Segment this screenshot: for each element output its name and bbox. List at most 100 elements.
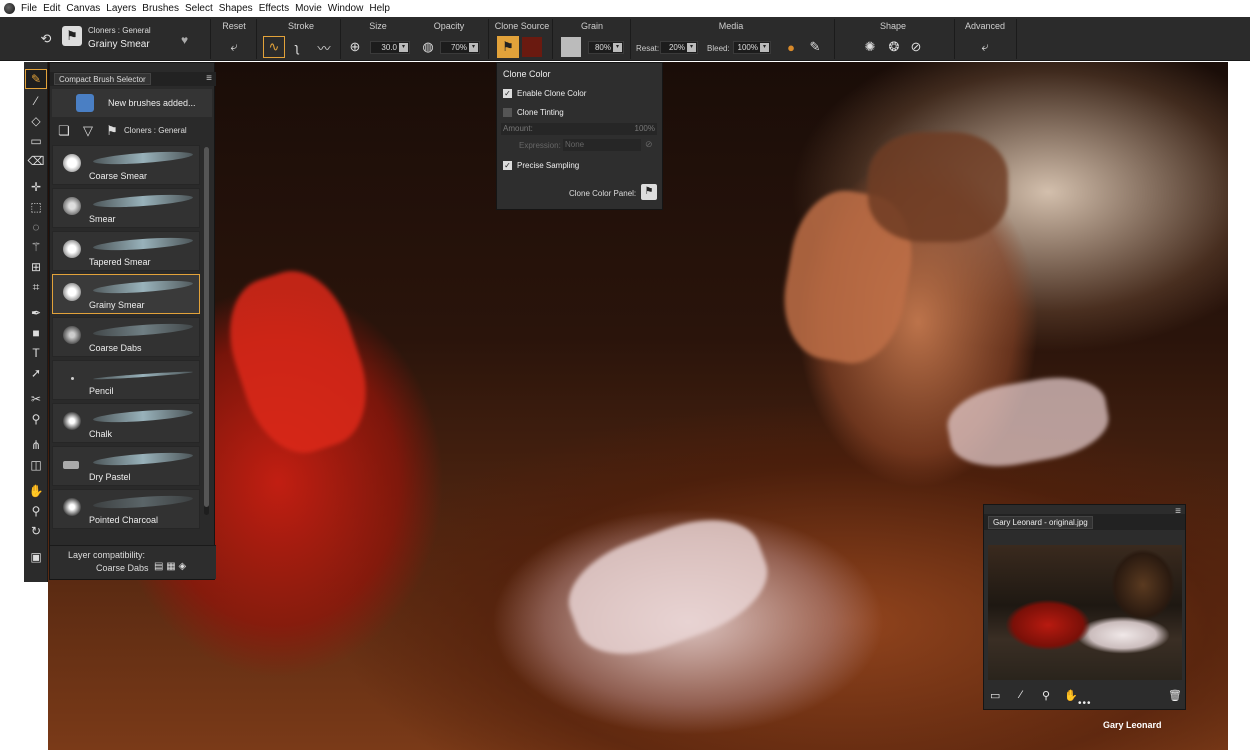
- color-swatch-icon[interactable]: ▣: [26, 548, 46, 566]
- layer-adjuster-tool-icon[interactable]: ✛: [26, 178, 46, 196]
- reset-brush-icon[interactable]: ⤶: [224, 37, 244, 57]
- bleed-field[interactable]: 100% ▾: [733, 41, 771, 54]
- freehand-stroke-icon[interactable]: ∿: [263, 36, 285, 58]
- pen-tool-icon[interactable]: ✒: [26, 304, 46, 322]
- menu-file[interactable]: File: [21, 3, 37, 14]
- rubber-stamp-tool-icon[interactable]: ⚲: [26, 410, 46, 428]
- grabber-icon[interactable]: ✋: [1064, 689, 1078, 702]
- clone-source-thumbnail[interactable]: [522, 37, 542, 57]
- lasso-tool-icon[interactable]: ◌: [26, 218, 46, 236]
- resat-field[interactable]: 20% ▾: [660, 41, 698, 54]
- menu-help[interactable]: Help: [369, 3, 390, 14]
- more-options-icon[interactable]: •••: [1078, 698, 1092, 709]
- crop-tool-icon[interactable]: ⌗: [26, 278, 46, 296]
- grain-dropdown-icon[interactable]: ▾: [613, 43, 622, 52]
- reference-tab[interactable]: Gary Leonard - original.jpg: [988, 516, 1093, 529]
- menu-brushes[interactable]: Brushes: [142, 3, 179, 14]
- menu-canvas[interactable]: Canvas: [66, 3, 100, 14]
- brush-variant-dry-pastel[interactable]: Dry Pastel: [52, 446, 200, 486]
- dab-preview: [63, 154, 81, 172]
- menu-effects[interactable]: Effects: [259, 3, 289, 14]
- size-dropdown-icon[interactable]: ▾: [399, 43, 408, 52]
- magic-wand-tool-icon[interactable]: ⚚: [26, 238, 46, 256]
- panel-tab[interactable]: Compact Brush Selector: [54, 73, 151, 85]
- delete-icon[interactable]: 🗑: [1168, 689, 1182, 702]
- menu-select[interactable]: Select: [185, 3, 213, 14]
- open-image-icon[interactable]: ▭: [990, 689, 1000, 702]
- stroke-attributes-icon[interactable]: 〰: [314, 37, 334, 57]
- paint-bucket-tool-icon[interactable]: ◇: [26, 112, 46, 130]
- favorite-heart-icon[interactable]: ♥: [181, 33, 188, 47]
- menu-edit[interactable]: Edit: [43, 3, 60, 14]
- shape-tool-icon[interactable]: ■: [26, 324, 46, 342]
- panel-menu-icon[interactable]: ≡: [206, 73, 212, 84]
- expression-invert-icon[interactable]: ⊘: [645, 139, 653, 150]
- rotate-page-tool-icon[interactable]: ↻: [26, 522, 46, 540]
- rectangle-fill-tool-icon[interactable]: ▭: [26, 132, 46, 150]
- group-title-opacity: Opacity: [433, 21, 465, 31]
- brush-variant-grainy-smear[interactable]: Grainy Smear: [52, 274, 200, 314]
- precise-sampling-row[interactable]: ✓ Precise Sampling: [503, 161, 579, 170]
- cloner-tool-icon[interactable]: ✂: [26, 390, 46, 408]
- brush-variant-chalk[interactable]: Chalk: [52, 403, 200, 443]
- bleed-dropdown-icon[interactable]: ▾: [760, 43, 769, 52]
- menu-layers[interactable]: Layers: [106, 3, 136, 14]
- mirror-painting-tool-icon[interactable]: ⋔: [26, 436, 46, 454]
- dab-profile-icon[interactable]: ❂: [884, 37, 904, 57]
- advanced-settings-icon[interactable]: ⤶: [975, 37, 995, 57]
- cloner-category-icon[interactable]: ⚑: [102, 121, 122, 141]
- filter-icon[interactable]: ▽: [78, 121, 98, 141]
- transform-tool-icon[interactable]: ⊞: [26, 258, 46, 276]
- dab-preview: [63, 283, 81, 301]
- perspective-guides-tool-icon[interactable]: ◫: [26, 456, 46, 474]
- menu-movie[interactable]: Movie: [295, 3, 322, 14]
- grabber-tool-icon[interactable]: ✋: [26, 482, 46, 500]
- menu-shapes[interactable]: Shapes: [219, 3, 253, 14]
- opacity-field[interactable]: 70% ▾: [440, 41, 480, 54]
- brush-variant-pencil[interactable]: Pencil: [52, 360, 200, 400]
- menu-window[interactable]: Window: [328, 3, 364, 14]
- clone-tinting-checkbox[interactable]: [503, 108, 512, 117]
- brush-library-toggle-icon[interactable]: ❏: [54, 121, 74, 141]
- clone-tinting-row[interactable]: Clone Tinting: [503, 108, 564, 117]
- rectangular-selection-tool-icon[interactable]: ⬚: [26, 198, 46, 216]
- media-settings-icon[interactable]: ✎: [805, 37, 825, 57]
- clone-color-stamp-icon[interactable]: ⚑: [497, 36, 519, 58]
- straight-line-stroke-icon[interactable]: ʅ: [287, 37, 307, 57]
- dropper-tool-icon[interactable]: ⁄: [26, 92, 46, 110]
- brush-list-scrollbar[interactable]: [204, 147, 209, 515]
- dab-shape-icon[interactable]: ✺: [860, 37, 880, 57]
- resat-dropdown-icon[interactable]: ▾: [687, 43, 696, 52]
- brush-tool-icon[interactable]: ✎: [25, 69, 47, 89]
- expression-select[interactable]: None: [563, 139, 641, 151]
- dab-preview: [71, 377, 74, 380]
- enable-clone-color-checkbox[interactable]: ✓: [503, 89, 512, 98]
- precise-sampling-checkbox[interactable]: ✓: [503, 161, 512, 170]
- shape-selection-tool-icon[interactable]: ➚: [26, 364, 46, 382]
- eraser-tool-icon[interactable]: ⌫: [26, 152, 46, 170]
- reference-photo-thumbnail[interactable]: [988, 545, 1182, 680]
- amount-slider[interactable]: Amount: 100%: [501, 123, 657, 135]
- opacity-dropdown-icon[interactable]: ▾: [469, 43, 478, 52]
- size-field[interactable]: 30.0 ▾: [370, 41, 410, 54]
- new-brushes-banner[interactable]: New brushes added...: [52, 89, 212, 117]
- brush-variant-coarse-dabs[interactable]: Coarse Dabs: [52, 317, 200, 357]
- shape-settings-icon[interactable]: ⊘: [906, 37, 926, 57]
- clone-color-panel-icon[interactable]: ⚑: [641, 184, 657, 200]
- grain-texture-icon[interactable]: [561, 37, 581, 57]
- brush-variant-smear[interactable]: Smear: [52, 188, 200, 228]
- brush-identity[interactable]: ⚑ Cloners : General Grainy Smear ♥: [36, 24, 206, 56]
- panel-menu-icon[interactable]: ≡: [1175, 506, 1181, 517]
- grain-field[interactable]: 80% ▾: [588, 41, 624, 54]
- text-tool-icon[interactable]: T: [26, 344, 46, 362]
- paint-media-icon[interactable]: ●: [781, 37, 801, 57]
- enable-clone-color-row[interactable]: ✓ Enable Clone Color: [503, 89, 586, 98]
- app-logo-icon: [4, 3, 15, 14]
- magnifier-tool-icon[interactable]: ⚲: [26, 502, 46, 520]
- eyedropper-icon[interactable]: ⁄: [1020, 689, 1022, 701]
- brush-variant-coarse-smear[interactable]: Coarse Smear: [52, 145, 200, 185]
- scrollbar-thumb[interactable]: [204, 147, 209, 507]
- brush-variant-tapered-smear[interactable]: Tapered Smear: [52, 231, 200, 271]
- brush-variant-pointed-charcoal[interactable]: Pointed Charcoal: [52, 489, 200, 529]
- zoom-icon[interactable]: ⚲: [1042, 689, 1050, 702]
